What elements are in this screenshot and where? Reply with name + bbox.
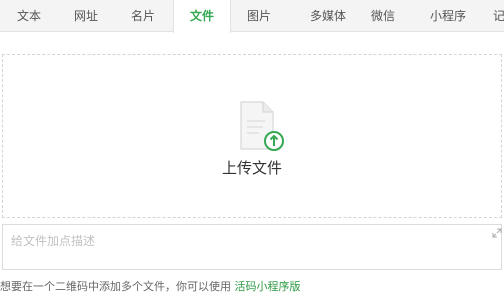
tip-text: 想要在一个二维码中添加多个文件，你可以使用 xyxy=(0,280,235,293)
multi-file-tip: 想要在一个二维码中添加多个文件，你可以使用 活码小程序版 xyxy=(0,278,301,294)
tab-card[interactable]: 名片 xyxy=(120,0,166,32)
tab-wechat[interactable]: 微信 xyxy=(360,0,406,32)
tab-url[interactable]: 网址 xyxy=(63,0,109,32)
tab-image[interactable]: 图片 xyxy=(236,0,282,32)
expand-icon[interactable] xyxy=(492,228,502,238)
file-description-input[interactable] xyxy=(2,224,502,270)
tab-miniprogram[interactable]: 小程序 xyxy=(418,0,478,32)
tab-file[interactable]: 文件 xyxy=(173,0,231,33)
tab-bar: 文本 网址 名片 文件 图片 多媒体 微信 小程序 记 xyxy=(0,0,504,33)
tab-media[interactable]: 多媒体 xyxy=(298,0,358,32)
live-code-miniprogram-link[interactable]: 活码小程序版 xyxy=(235,280,301,293)
upload-label: 上传文件 xyxy=(221,159,282,177)
tab-text[interactable]: 文本 xyxy=(6,0,52,32)
upload-area[interactable]: 上传文件 xyxy=(2,54,502,218)
tab-more[interactable]: 记 xyxy=(488,0,504,32)
file-upload-icon xyxy=(240,101,284,151)
